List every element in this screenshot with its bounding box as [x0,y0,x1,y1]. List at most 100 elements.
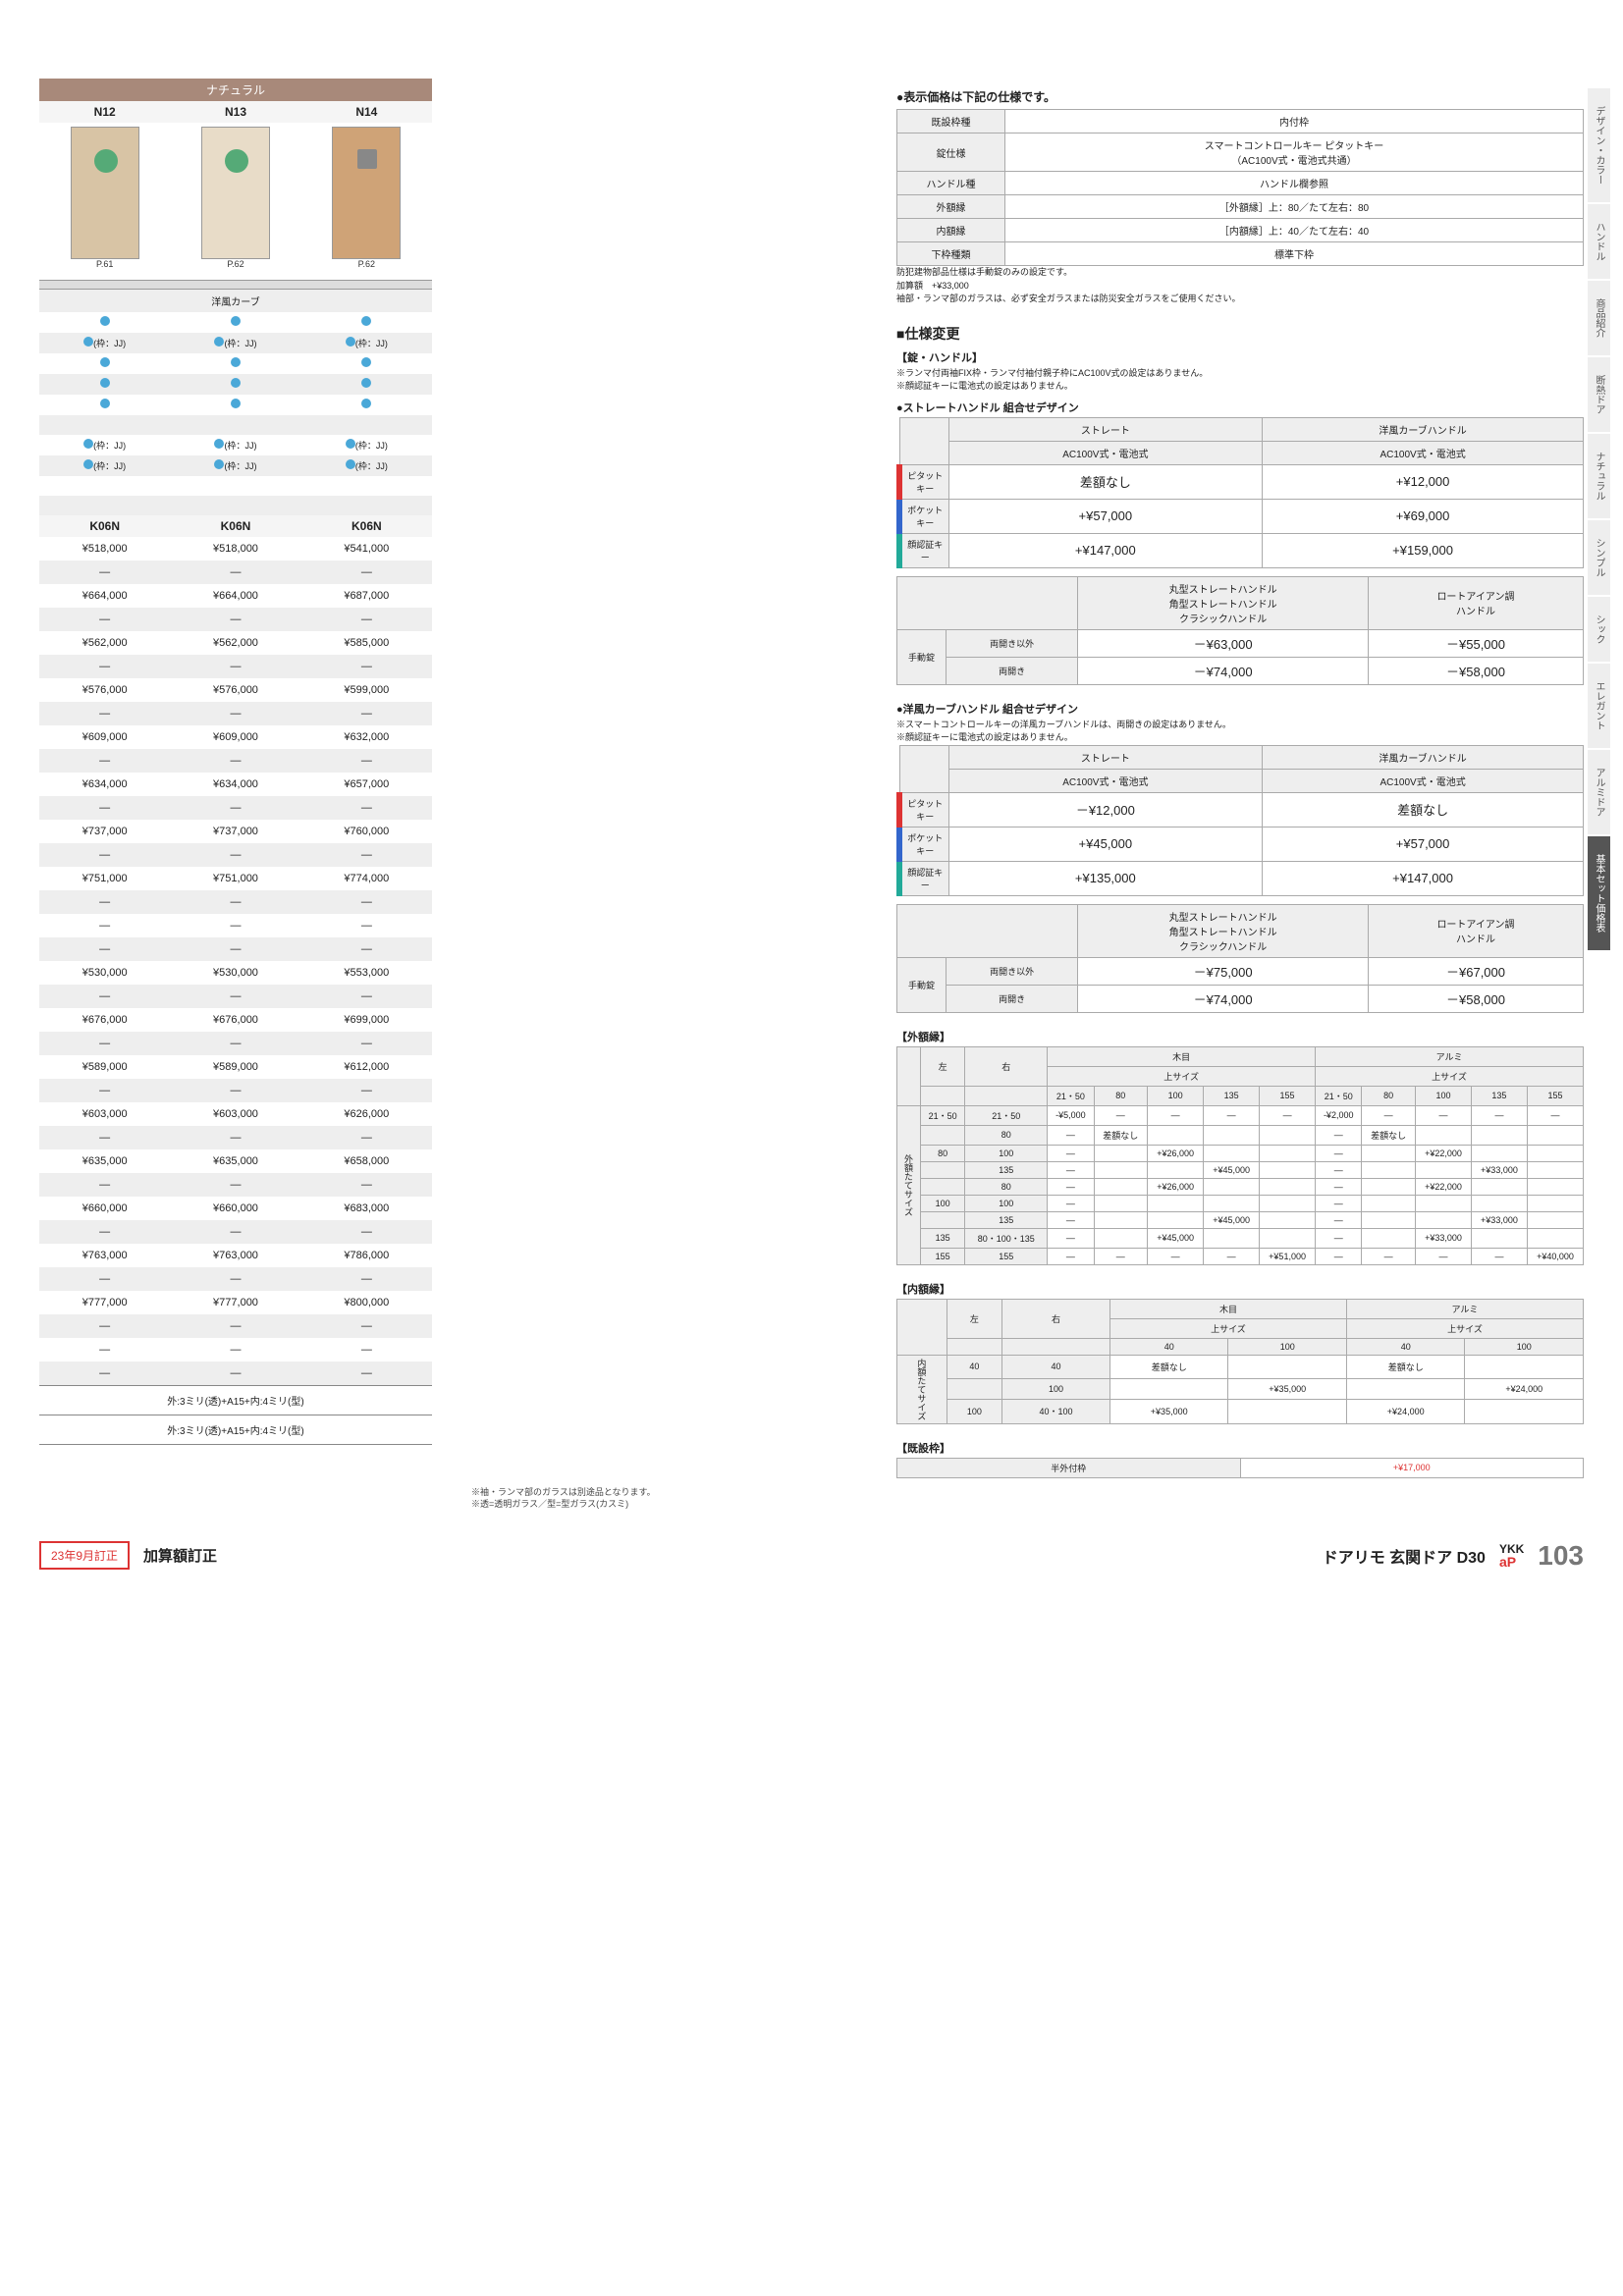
door-image-n13 [201,127,270,259]
glass-footnotes: ※袖・ランマ部のガラスは別途品となります。 ※透=透明ガラス／型=型ガラス(カス… [471,1486,1584,1511]
left-column: ナチュラル N12 N13 N14 P.61 P.62 P.62 洋風カーブ (… [39,79,432,1478]
sidebar-tab[interactable]: 商品紹介 [1588,281,1610,355]
price-cell: ¥585,000 [301,631,432,655]
price-cell: — [301,1032,432,1055]
dot-icon [83,439,93,449]
price-cell: ¥737,000 [170,820,300,843]
price-cell: — [170,1338,300,1362]
price-cell: — [39,1314,170,1338]
price-cell: — [301,1126,432,1149]
price-cell: ¥589,000 [170,1055,300,1079]
page-footer: 23年9月訂正 加算額訂正 ドアリモ 玄関ドア D30 YKKaP 103 [39,1540,1584,1572]
door-decoration [357,149,377,169]
price-cell: ¥562,000 [39,631,170,655]
price-cell: — [301,1338,432,1362]
combi-table-2: ストレート洋風カーブハンドルAC100V式・電池式AC100V式・電池式ピタット… [896,745,1584,896]
price-cell: — [170,1032,300,1055]
price-cell: — [301,843,432,867]
price-cell: — [301,655,432,678]
price-cell: ¥562,000 [170,631,300,655]
price-cell: — [170,843,300,867]
price-cell: — [170,890,300,914]
price-cell: ¥518,000 [170,537,300,561]
price-cell: ¥530,000 [170,961,300,985]
straight-title: ●ストレートハンドル 組合せデザイン [896,400,1584,415]
dot-icon [361,399,371,408]
price-cell: ¥589,000 [39,1055,170,1079]
price-cell: ¥687,000 [301,584,432,608]
price-cell: ¥626,000 [301,1102,432,1126]
price-cell: — [301,937,432,961]
sidebar-tab[interactable]: エレガント [1588,664,1610,748]
sidebar-tab[interactable]: ハンドル [1588,204,1610,279]
price-cell: ¥763,000 [39,1244,170,1267]
price-cell: ¥751,000 [39,867,170,890]
price-cell: ¥634,000 [170,773,300,796]
glass-spec-1: 外:3ミリ(透)+A15+内:4ミリ(型) [39,1385,432,1415]
price-cell: — [301,1267,432,1291]
kisetsu-value: +¥17,000 [1240,1458,1584,1477]
dot-icon [83,337,93,347]
gaku-out-table: 左右木目アルミ上サイズ上サイズ21・508010013515521・508010… [896,1046,1584,1265]
sidebar-tab[interactable]: シンプル [1588,520,1610,595]
dot-icon [361,316,371,326]
price-cell: — [301,914,432,937]
price-cell: ¥660,000 [170,1197,300,1220]
dot-icon [346,459,355,469]
price-cell: ¥760,000 [301,820,432,843]
price-cell: — [301,890,432,914]
price-cell: — [170,655,300,678]
price-cell: — [39,890,170,914]
revision-box: 23年9月訂正 [39,1541,130,1570]
sidebar-tab[interactable]: 断熱ドア [1588,357,1610,432]
price-cell: — [39,985,170,1008]
curve-label: 洋風カーブ [39,289,432,312]
price-cell: ¥658,000 [301,1149,432,1173]
price-cell: — [170,1220,300,1244]
price-cell: ¥603,000 [39,1102,170,1126]
dot-icon [100,357,110,367]
price-cell: — [39,1079,170,1102]
price-cell: — [170,1314,300,1338]
glass-notes-table: 外:3ミリ(透)+A15+内:4ミリ(型) 外:3ミリ(透)+A15+内:4ミリ… [39,1385,432,1445]
change-title: ■仕様変更 [896,324,1584,344]
col-n13: N13 [170,101,300,123]
price-cell: ¥576,000 [170,678,300,702]
door-decoration [94,149,118,173]
gaku-out-title: 【外額縁】 [896,1029,1584,1044]
price-cell: — [39,1338,170,1362]
price-cell: — [301,1173,432,1197]
sidebar-tab[interactable]: ナチュラル [1588,434,1610,518]
price-cell: ¥777,000 [170,1291,300,1314]
price-cell: ¥632,000 [301,725,432,749]
price-cell: ¥660,000 [39,1197,170,1220]
sidebar-tab[interactable]: シック [1588,597,1610,662]
dot-icon [100,378,110,388]
price-cell: — [301,561,432,584]
curve-notes: ※スマートコントロールキーの洋風カーブハンドルは、両開きの設定はありません。※顔… [896,719,1584,745]
price-cell: ¥518,000 [39,537,170,561]
price-cell: — [39,608,170,631]
sidebar-tab[interactable]: アルミドア [1588,750,1610,834]
spec-title: ●表示価格は下記の仕様です。 [896,88,1584,105]
price-cell: ¥763,000 [170,1244,300,1267]
price-cell: — [170,914,300,937]
price-cell: — [39,914,170,937]
price-cell: — [39,561,170,584]
spec-table: 既設枠種内付枠錠仕様スマートコントロールキー ピタットキー （AC100V式・電… [896,109,1584,266]
dot-icon [231,357,241,367]
price-cell: ¥576,000 [39,678,170,702]
price-cell: — [170,1267,300,1291]
kisetsu-table: 半外付枠 +¥17,000 [896,1458,1584,1478]
price-cell: — [39,937,170,961]
price-cell: ¥777,000 [39,1291,170,1314]
price-cell: — [39,1220,170,1244]
sidebar-tab[interactable]: デザイン・カラー [1588,88,1610,202]
price-cell: ¥676,000 [39,1008,170,1032]
price-cell: — [301,1314,432,1338]
price-cell: ¥634,000 [39,773,170,796]
sidebar-tab[interactable]: 基本セット価格表 [1588,836,1610,950]
price-cell: ¥737,000 [39,820,170,843]
price-cell: — [39,655,170,678]
price-cell: ¥635,000 [39,1149,170,1173]
